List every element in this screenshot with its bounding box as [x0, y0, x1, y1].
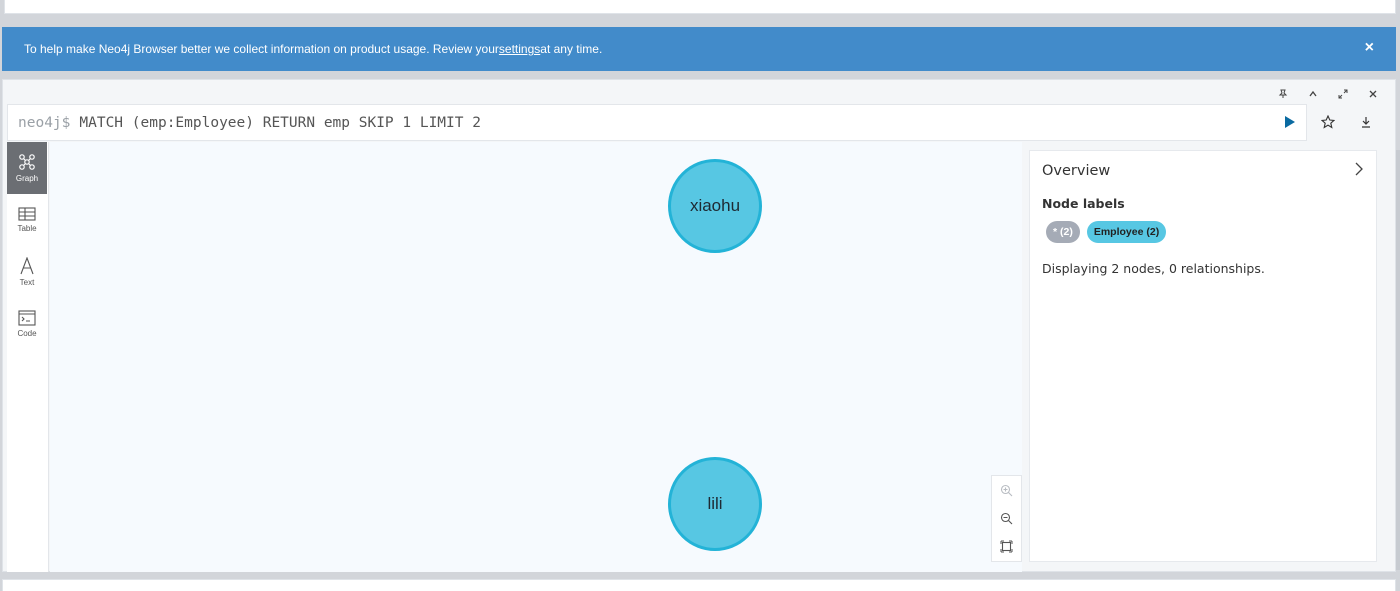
download-icon[interactable] [1357, 113, 1375, 131]
overview-summary: Displaying 2 nodes, 0 relationships. [1042, 261, 1265, 276]
node-caption: xiaohu [689, 196, 741, 215]
zoom-out-icon[interactable] [999, 510, 1015, 526]
tab-code[interactable]: Code [7, 298, 47, 350]
zoom-in-icon[interactable] [999, 482, 1015, 498]
tab-text-label: Text [19, 278, 35, 287]
badge-all-nodes[interactable]: * (2) [1046, 221, 1080, 243]
tab-code-label: Code [17, 329, 37, 338]
node-labels-heading: Node labels [1042, 196, 1125, 211]
overview-panel: Overview Node labels * (2) Employee (2) … [1029, 150, 1377, 562]
page-scrollbar[interactable] [1396, 150, 1400, 570]
previous-frame-strip [4, 0, 1396, 14]
query-editor[interactable]: neo4j$ MATCH (emp:Employee) RETURN emp S… [7, 104, 1307, 141]
graph-node[interactable]: lili [668, 457, 762, 551]
graph-icon [19, 154, 35, 170]
text-icon [20, 257, 34, 275]
usage-banner: To help make Neo4j Browser better we col… [2, 27, 1396, 71]
tab-table-label: Table [17, 224, 37, 233]
frame-controls [1275, 86, 1381, 102]
next-frame-strip [2, 579, 1396, 591]
code-icon [18, 310, 36, 326]
view-tabs: Graph Table Text Code [7, 142, 49, 572]
tab-graph[interactable]: Graph [7, 142, 47, 194]
overview-title: Overview [1042, 163, 1111, 179]
query-text[interactable]: MATCH (emp:Employee) RETURN emp SKIP 1 L… [79, 115, 481, 131]
banner-close-button[interactable]: × [1365, 39, 1374, 57]
tab-table[interactable]: Table [7, 194, 47, 246]
pin-icon[interactable] [1275, 86, 1291, 102]
result-frame: neo4j$ MATCH (emp:Employee) RETURN emp S… [2, 79, 1396, 572]
node-caption: lili [707, 494, 723, 513]
fullscreen-icon[interactable] [1335, 86, 1351, 102]
graph-node[interactable]: xiaohu [668, 159, 762, 253]
banner-text-before: To help make Neo4j Browser better we col… [24, 42, 499, 56]
editor-prompt: neo4j$ [18, 114, 71, 131]
table-icon [18, 207, 36, 221]
chevron-right-icon[interactable] [1354, 161, 1364, 180]
badge-employee[interactable]: Employee (2) [1086, 221, 1167, 243]
editor-actions [1279, 113, 1375, 131]
close-frame-icon[interactable] [1365, 86, 1381, 102]
banner-settings-link[interactable]: settings [499, 42, 540, 56]
favorite-star-icon[interactable] [1319, 113, 1337, 131]
run-button[interactable] [1281, 113, 1299, 131]
label-badges: * (2) Employee (2) [1046, 221, 1167, 243]
tab-graph-label: Graph [15, 174, 39, 183]
banner-text-after: at any time. [540, 42, 603, 56]
zoom-controls [991, 475, 1022, 562]
tab-text[interactable]: Text [7, 246, 47, 298]
collapse-icon[interactable] [1305, 86, 1321, 102]
graph-canvas[interactable]: xiaohu lili [50, 142, 1022, 572]
fit-to-screen-icon[interactable] [999, 539, 1015, 555]
